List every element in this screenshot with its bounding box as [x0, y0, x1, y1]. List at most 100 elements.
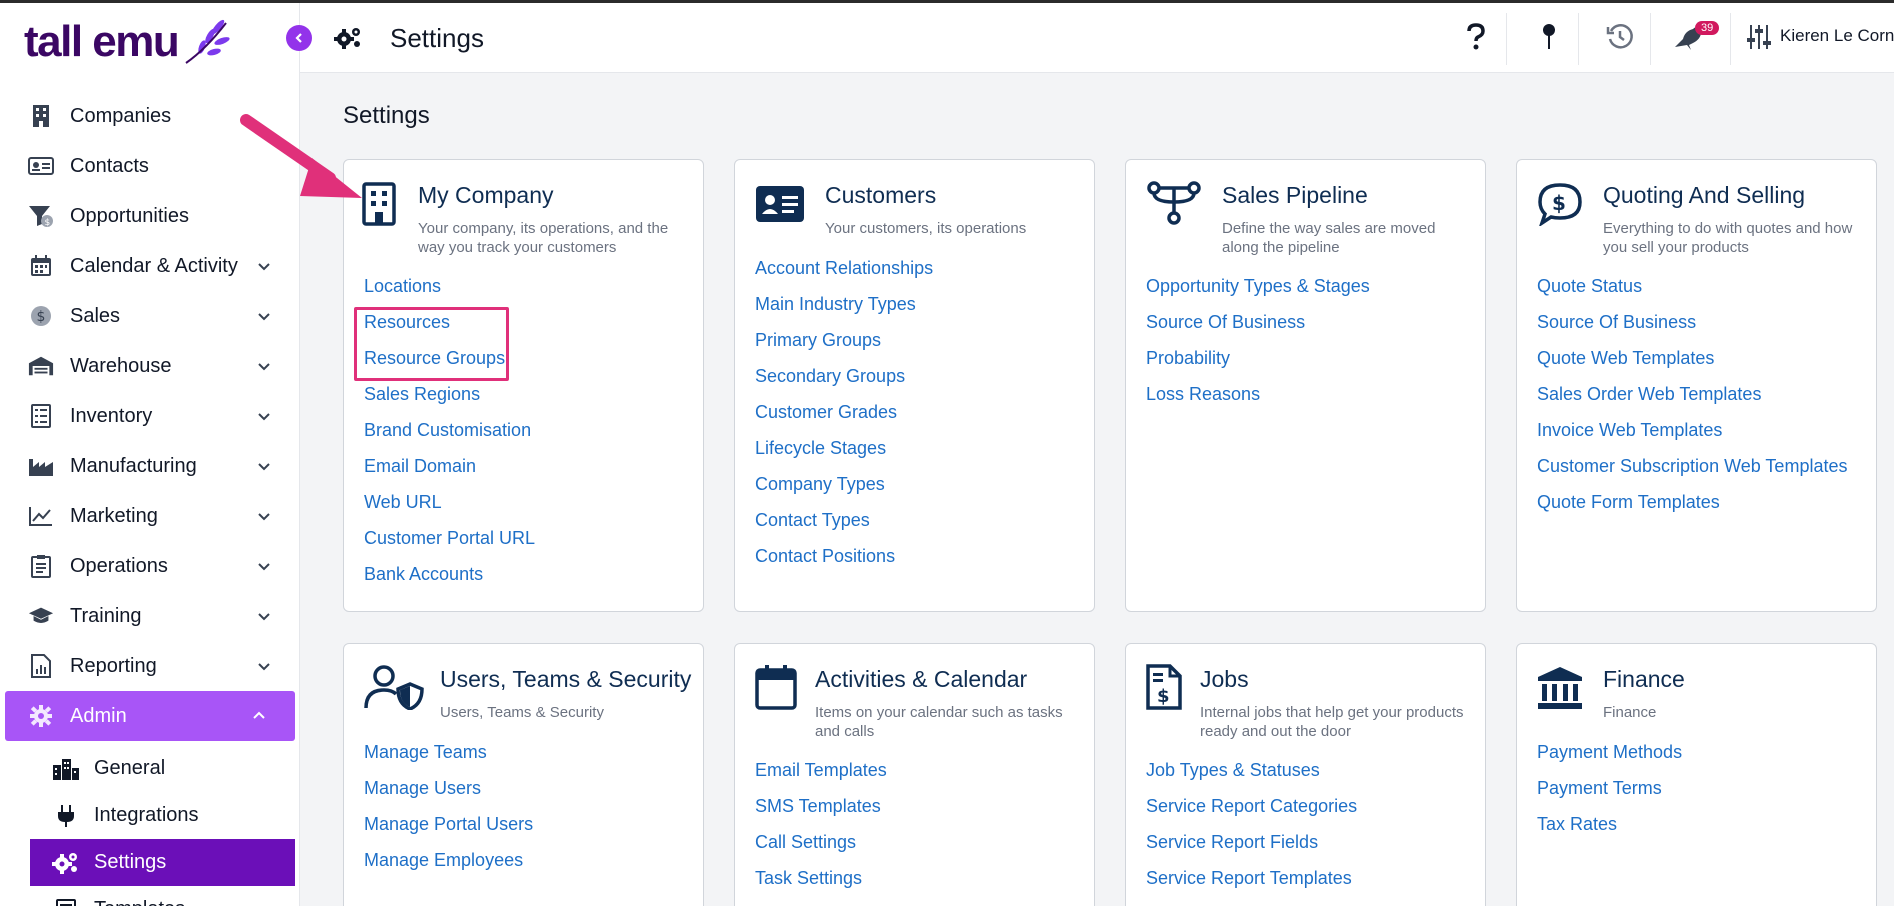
list-icon — [28, 403, 54, 429]
help-icon[interactable] — [1460, 21, 1492, 53]
link-quote-status[interactable]: Quote Status — [1537, 276, 1847, 312]
card-links: Quote Status Source Of Business Quote We… — [1537, 276, 1847, 528]
card-description: Your customers, its operations — [825, 220, 1027, 237]
sliders-icon[interactable] — [1743, 21, 1775, 53]
nav-operations[interactable]: Operations — [0, 541, 299, 591]
link-opportunity-types-stages[interactable]: Opportunity Types & Stages — [1146, 276, 1370, 312]
link-sms-templates[interactable]: SMS Templates — [755, 796, 887, 832]
link-customer-grades[interactable]: Customer Grades — [755, 402, 933, 438]
link-secondary-groups[interactable]: Secondary Groups — [755, 366, 933, 402]
link-source-of-business[interactable]: Source Of Business — [1146, 312, 1370, 348]
card-links: Email Templates SMS Templates Call Setti… — [755, 760, 887, 904]
link-job-types-statuses[interactable]: Job Types & Statuses — [1146, 760, 1357, 796]
link-manage-employees[interactable]: Manage Employees — [364, 850, 533, 886]
link-quote-form-templates[interactable]: Quote Form Templates — [1537, 492, 1847, 528]
link-email-domain[interactable]: Email Domain — [364, 456, 535, 492]
card-my-company: My Company Your company, its operations,… — [343, 159, 704, 612]
link-service-report-templates[interactable]: Service Report Templates — [1146, 868, 1357, 904]
link-customer-subscription-web-templates[interactable]: Customer Subscription Web Templates — [1537, 456, 1847, 492]
link-tax-rates[interactable]: Tax Rates — [1537, 814, 1682, 850]
card-activities-calendar: Activities & Calendar Items on your cale… — [734, 643, 1095, 906]
link-main-industry-types[interactable]: Main Industry Types — [755, 294, 933, 330]
link-task-settings[interactable]: Task Settings — [755, 868, 887, 904]
user-name[interactable]: Kieren Le Cornu — [1780, 26, 1894, 46]
link-quote-web-templates[interactable]: Quote Web Templates — [1537, 348, 1847, 384]
comment-dollar-icon: $ — [1538, 183, 1582, 226]
link-lifecycle-stages[interactable]: Lifecycle Stages — [755, 438, 933, 474]
nav-admin[interactable]: Admin — [5, 691, 295, 741]
chevron-down-icon — [258, 413, 270, 421]
link-manage-portal-users[interactable]: Manage Portal Users — [364, 814, 533, 850]
clipboard-icon — [28, 553, 54, 579]
logo[interactable]: tall emu — [24, 17, 232, 67]
link-email-templates[interactable]: Email Templates — [755, 760, 887, 796]
link-company-types[interactable]: Company Types — [755, 474, 933, 510]
card-title: Users, Teams & Security — [440, 666, 692, 692]
link-payment-terms[interactable]: Payment Terms — [1537, 778, 1682, 814]
link-sales-order-web-templates[interactable]: Sales Order Web Templates — [1537, 384, 1847, 420]
pin-icon[interactable] — [1533, 21, 1565, 53]
link-bank-accounts[interactable]: Bank Accounts — [364, 564, 535, 600]
nav-admin-general[interactable]: General — [0, 745, 299, 792]
calendar-icon — [755, 665, 797, 710]
svg-text:$: $ — [1157, 686, 1170, 707]
link-customer-portal-url[interactable]: Customer Portal URL — [364, 528, 535, 564]
nav-marketing[interactable]: Marketing — [0, 491, 299, 541]
chevron-down-icon — [258, 563, 270, 571]
main-nav: Companies Contacts $ Opportunities Calen… — [0, 91, 299, 906]
card-title: Activities & Calendar — [815, 666, 1028, 692]
nav-warehouse[interactable]: Warehouse — [0, 341, 299, 391]
card-users-teams-security: Users, Teams & Security Users, Teams & S… — [343, 643, 704, 906]
link-probability[interactable]: Probability — [1146, 348, 1370, 384]
collapse-sidebar-button[interactable] — [286, 25, 312, 51]
cogs-icon — [52, 850, 80, 876]
nav-admin-integrations[interactable]: Integrations — [0, 792, 299, 839]
link-primary-groups[interactable]: Primary Groups — [755, 330, 933, 366]
nav-sub-label: Settings — [94, 851, 167, 873]
nav-label: Admin — [70, 704, 127, 727]
nav-admin-settings[interactable]: Settings — [30, 839, 295, 886]
chevron-down-icon — [258, 363, 270, 371]
link-service-report-categories[interactable]: Service Report Categories — [1146, 796, 1357, 832]
link-source-of-business[interactable]: Source Of Business — [1537, 312, 1847, 348]
city-icon — [52, 756, 80, 782]
link-manage-users[interactable]: Manage Users — [364, 778, 533, 814]
link-service-report-fields[interactable]: Service Report Fields — [1146, 832, 1357, 868]
card-sales-pipeline: Sales Pipeline Define the way sales are … — [1125, 159, 1486, 612]
file-invoice-dollar-icon: $ — [1146, 664, 1182, 710]
link-sales-regions[interactable]: Sales Regions — [364, 384, 535, 420]
card-description: Define the way sales are moved along the… — [1222, 220, 1436, 256]
nav-training[interactable]: Training — [0, 591, 299, 641]
nav-label: Companies — [70, 104, 172, 127]
nav-sub-label: Templates — [94, 898, 185, 906]
pipeline-icon — [1147, 181, 1201, 225]
nav-manufacturing[interactable]: Manufacturing — [0, 441, 299, 491]
link-call-settings[interactable]: Call Settings — [755, 832, 887, 868]
link-contact-types[interactable]: Contact Types — [755, 510, 933, 546]
link-brand-customisation[interactable]: Brand Customisation — [364, 420, 535, 456]
nav-calendar-activity[interactable]: Calendar & Activity — [0, 241, 299, 291]
link-web-url[interactable]: Web URL — [364, 492, 535, 528]
svg-text:$: $ — [1552, 191, 1566, 215]
nav-sub-label: Integrations — [94, 804, 199, 826]
annotation-highlight-box — [354, 307, 509, 381]
chart-line-icon — [28, 503, 54, 529]
nav-label: Sales — [70, 304, 121, 327]
factory-icon — [28, 453, 54, 479]
link-payment-methods[interactable]: Payment Methods — [1537, 742, 1682, 778]
link-manage-teams[interactable]: Manage Teams — [364, 742, 533, 778]
history-icon[interactable] — [1604, 21, 1636, 53]
nav-sales[interactable]: $ Sales — [0, 291, 299, 341]
link-invoice-web-templates[interactable]: Invoice Web Templates — [1537, 420, 1847, 456]
nav-reporting[interactable]: Reporting — [0, 641, 299, 691]
link-loss-reasons[interactable]: Loss Reasons — [1146, 384, 1370, 420]
divider — [1578, 13, 1579, 65]
nav-inventory[interactable]: Inventory — [0, 391, 299, 441]
nav-admin-templates[interactable]: Templates — [0, 886, 299, 906]
link-account-relationships[interactable]: Account Relationships — [755, 258, 933, 294]
cog-icon — [28, 703, 54, 729]
chevron-down-icon — [258, 663, 270, 671]
link-contact-positions[interactable]: Contact Positions — [755, 546, 933, 582]
card-title: Jobs — [1200, 666, 1249, 692]
card-links: Opportunity Types & Stages Source Of Bus… — [1146, 276, 1370, 420]
